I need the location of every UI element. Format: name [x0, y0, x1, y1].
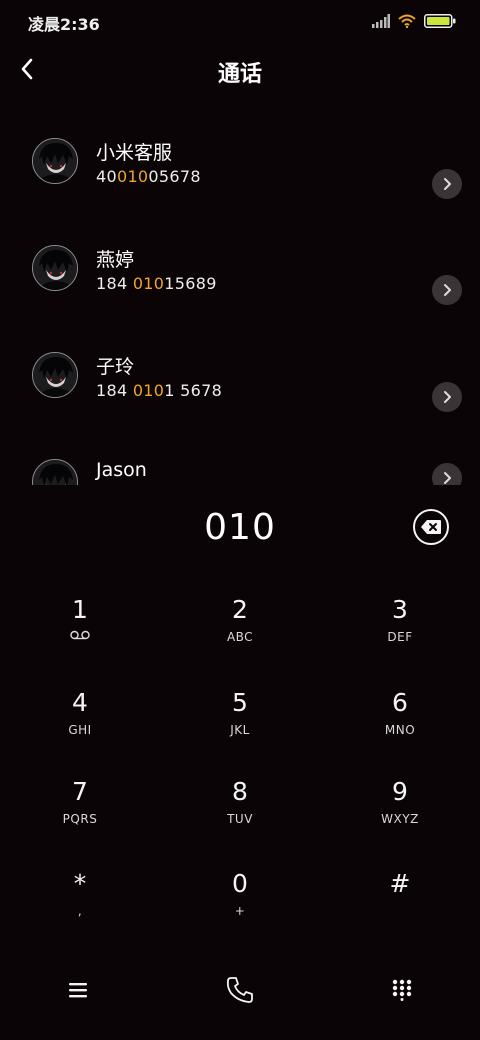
- key-letters: WXYZ: [381, 812, 419, 826]
- key-digit: 8: [232, 777, 248, 806]
- signal-icon: [372, 14, 390, 28]
- key-0[interactable]: 0 +: [160, 859, 320, 947]
- header: 通话: [0, 44, 480, 96]
- status-bar: 凌晨2:36: [0, 0, 480, 44]
- page-title: 通话: [217, 62, 262, 87]
- match-highlight: 010: [132, 381, 165, 400]
- contact-detail-button[interactable]: [432, 382, 462, 412]
- key-digit: 7: [72, 777, 88, 806]
- key-6[interactable]: 6 MNO: [320, 678, 480, 766]
- key-8[interactable]: 8 TUV: [160, 767, 320, 855]
- avatar: [32, 352, 78, 398]
- key-digit: 3: [392, 595, 408, 624]
- dial-display: 010: [0, 495, 480, 561]
- key-star[interactable]: * ,: [0, 859, 160, 947]
- contact-detail-button[interactable]: [432, 169, 462, 199]
- contact-item[interactable]: Jason: [0, 451, 480, 485]
- voicemail-icon: [0, 629, 160, 645]
- phone-icon: [226, 977, 253, 1003]
- chevron-right-icon: [444, 284, 451, 296]
- key-letters: +: [234, 904, 246, 918]
- key-4[interactable]: 4 GHI: [0, 678, 160, 766]
- wifi-icon: [398, 14, 416, 28]
- dialed-number: 010: [204, 507, 276, 548]
- call-button[interactable]: [218, 968, 262, 1012]
- battery-icon: [424, 14, 456, 28]
- status-icons: [372, 12, 456, 30]
- key-digit: #: [389, 869, 411, 898]
- key-letters: DEF: [387, 630, 413, 644]
- contact-name: Jason: [96, 459, 147, 481]
- match-highlight: 010: [116, 167, 149, 186]
- contact-number: 4001005678: [96, 167, 201, 186]
- contact-item[interactable]: 小米客服 4001005678: [0, 130, 480, 226]
- key-hash[interactable]: #: [320, 859, 480, 947]
- contact-item[interactable]: 燕婷 184 01015689: [0, 237, 480, 333]
- key-digit: 0: [232, 869, 248, 898]
- status-time: 凌晨2:36: [28, 15, 100, 34]
- avatar: [32, 245, 78, 291]
- dialer-screen: 凌晨2:36 通话 小米客服 4001005678 燕婷 184 0101568…: [0, 0, 480, 1040]
- match-highlight: 010: [132, 274, 165, 293]
- key-letters: PQRS: [62, 812, 98, 826]
- key-1[interactable]: 1: [0, 585, 160, 673]
- key-digit: *: [73, 869, 87, 898]
- key-digit: 5: [232, 688, 248, 717]
- backspace-icon: [421, 520, 441, 534]
- contact-detail-button[interactable]: [432, 275, 462, 305]
- bottom-bar: [0, 960, 480, 1020]
- chevron-right-icon: [444, 178, 451, 190]
- chevron-right-icon: [444, 472, 451, 484]
- key-digit: 9: [392, 777, 408, 806]
- contact-name: 小米客服: [96, 142, 173, 164]
- key-3[interactable]: 3 DEF: [320, 585, 480, 673]
- contact-item[interactable]: 子玲 184 0101 5678: [0, 344, 480, 440]
- menu-button[interactable]: [56, 968, 100, 1012]
- key-letters: GHI: [68, 723, 92, 737]
- avatar: [32, 459, 78, 485]
- contact-name: 燕婷: [96, 249, 135, 271]
- menu-icon: [69, 983, 87, 998]
- key-letters: TUV: [227, 812, 253, 826]
- dialpad-icon: [392, 979, 412, 1001]
- contact-list[interactable]: 小米客服 4001005678 燕婷 184 01015689 子玲 184 0…: [0, 105, 480, 485]
- key-digit: 4: [72, 688, 88, 717]
- contact-number: 184 01015689: [96, 274, 217, 293]
- backspace-button[interactable]: [413, 509, 449, 545]
- avatar: [32, 138, 78, 184]
- key-digit: 6: [392, 688, 408, 717]
- keypad: 1 2 ABC 3 DEF 4 GHI 5 JKL 6 MNO 7 PQRS 8…: [0, 585, 480, 945]
- chevron-right-icon: [444, 391, 451, 403]
- key-letters: ABC: [226, 630, 254, 644]
- contact-number: 184 0101 5678: [96, 381, 223, 400]
- key-digit: 2: [232, 595, 248, 624]
- key-letters: MNO: [384, 723, 416, 737]
- key-7[interactable]: 7 PQRS: [0, 767, 160, 855]
- key-5[interactable]: 5 JKL: [160, 678, 320, 766]
- key-letters: ,: [77, 904, 83, 918]
- dialpad-toggle-button[interactable]: [380, 968, 424, 1012]
- key-letters: JKL: [230, 723, 250, 737]
- key-2[interactable]: 2 ABC: [160, 585, 320, 673]
- key-digit: 1: [72, 595, 88, 624]
- key-9[interactable]: 9 WXYZ: [320, 767, 480, 855]
- contact-name: 子玲: [96, 356, 135, 378]
- contact-detail-button[interactable]: [432, 463, 462, 485]
